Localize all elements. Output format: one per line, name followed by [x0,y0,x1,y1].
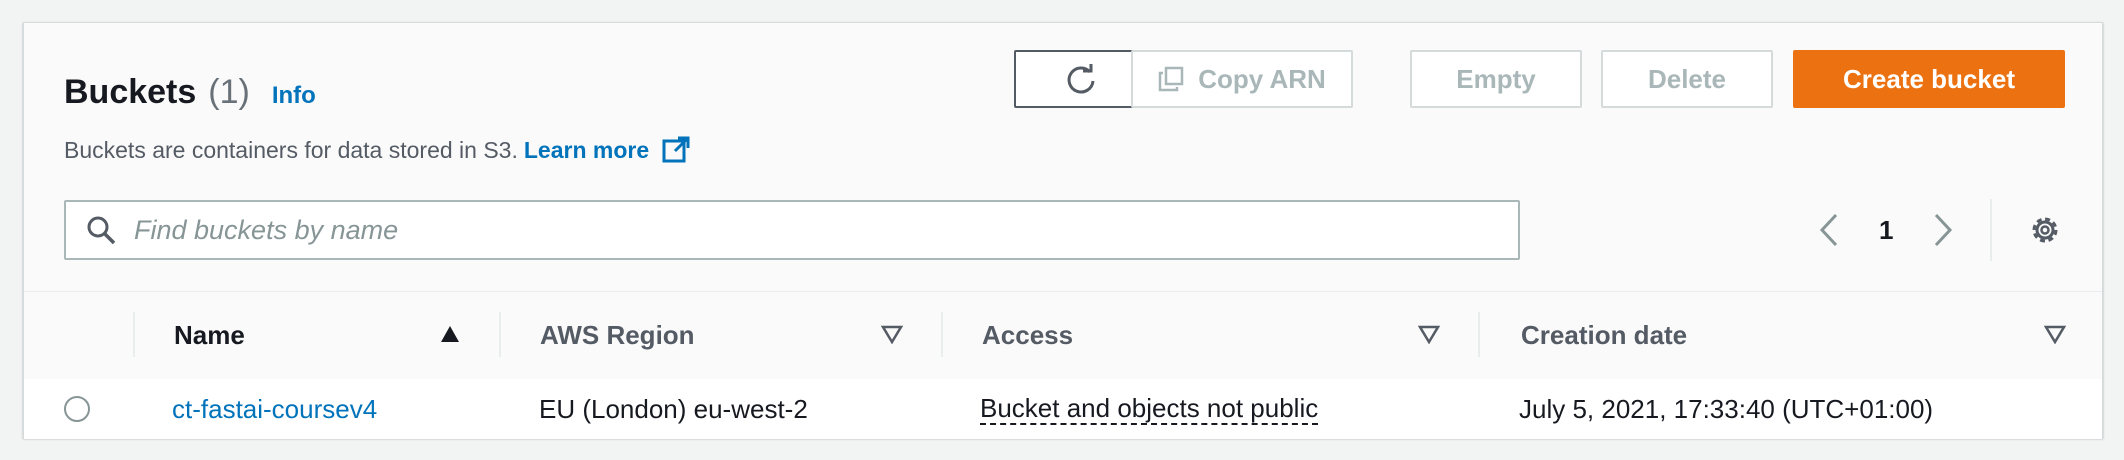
search-input[interactable] [132,213,1518,247]
column-header-created[interactable]: Creation date [1521,292,1687,379]
search-box[interactable] [64,200,1520,260]
column-header-region[interactable]: AWS Region [540,292,695,379]
delete-button[interactable]: Delete [1601,50,1773,108]
pager-divider [1990,199,1992,261]
refresh-button[interactable] [1014,50,1148,108]
column-header-access[interactable]: Access [982,292,1073,379]
table-header: Name AWS Region Access Creation date [24,291,2102,380]
copy-icon [1158,66,1184,92]
region-cell: EU (London) eu-west-2 [539,393,808,424]
description: Buckets are containers for data stored i… [64,135,691,165]
title-row: Buckets (1) Info [64,73,316,112]
chevron-left-icon[interactable] [1819,213,1839,247]
column-access-label: Access [982,320,1074,350]
settings-gear-icon[interactable] [2028,213,2062,247]
info-link[interactable]: Info [272,82,316,110]
column-header-name[interactable]: Name [174,292,245,379]
row-select-radio[interactable] [64,396,90,422]
column-created-label: Creation date [1521,320,1688,350]
bucket-name-link[interactable]: ct-fastai-coursev4 [172,394,377,425]
pagination: 1 [1819,213,1953,247]
column-name-label: Name [174,320,245,350]
panel-header: Buckets (1) Info Buckets are containers … [24,23,2102,291]
page-title: Buckets [64,73,197,111]
empty-button[interactable]: Empty [1410,50,1582,108]
create-bucket-button[interactable]: Create bucket [1793,50,2065,108]
access-cell: Bucket and objects not public [980,379,1319,439]
page-number[interactable]: 1 [1879,215,1893,246]
table-row[interactable]: ct-fastai-coursev4 EU (London) eu-west-2… [24,379,2102,439]
filter-triangle-icon[interactable] [1418,324,1440,344]
external-link-icon[interactable] [661,135,691,165]
learn-more-link[interactable]: Learn more [524,137,649,164]
refresh-icon [1067,64,1095,94]
column-separator [941,312,943,357]
sort-ascending-icon[interactable] [439,324,461,344]
column-separator [1478,312,1480,357]
filter-triangle-icon[interactable] [2044,324,2066,344]
filter-triangle-icon[interactable] [881,324,903,344]
buckets-panel: Buckets (1) Info Buckets are containers … [23,22,2103,439]
creation-date-cell: July 5, 2021, 17:33:40 (UTC+01:00) [1519,393,1934,424]
search-icon [87,216,116,245]
copy-arn-label: Copy ARN [1198,63,1326,94]
chevron-right-icon[interactable] [1933,213,1953,247]
description-text: Buckets are containers for data stored i… [64,136,518,163]
bucket-name-cell: ct-fastai-coursev4 [172,379,377,439]
access-status[interactable]: Bucket and objects not public [980,393,1319,425]
bucket-count: (1) [208,73,250,111]
copy-arn-button[interactable]: Copy ARN [1131,50,1353,108]
column-region-label: AWS Region [540,320,695,350]
column-separator [499,312,501,357]
column-separator [133,312,135,357]
